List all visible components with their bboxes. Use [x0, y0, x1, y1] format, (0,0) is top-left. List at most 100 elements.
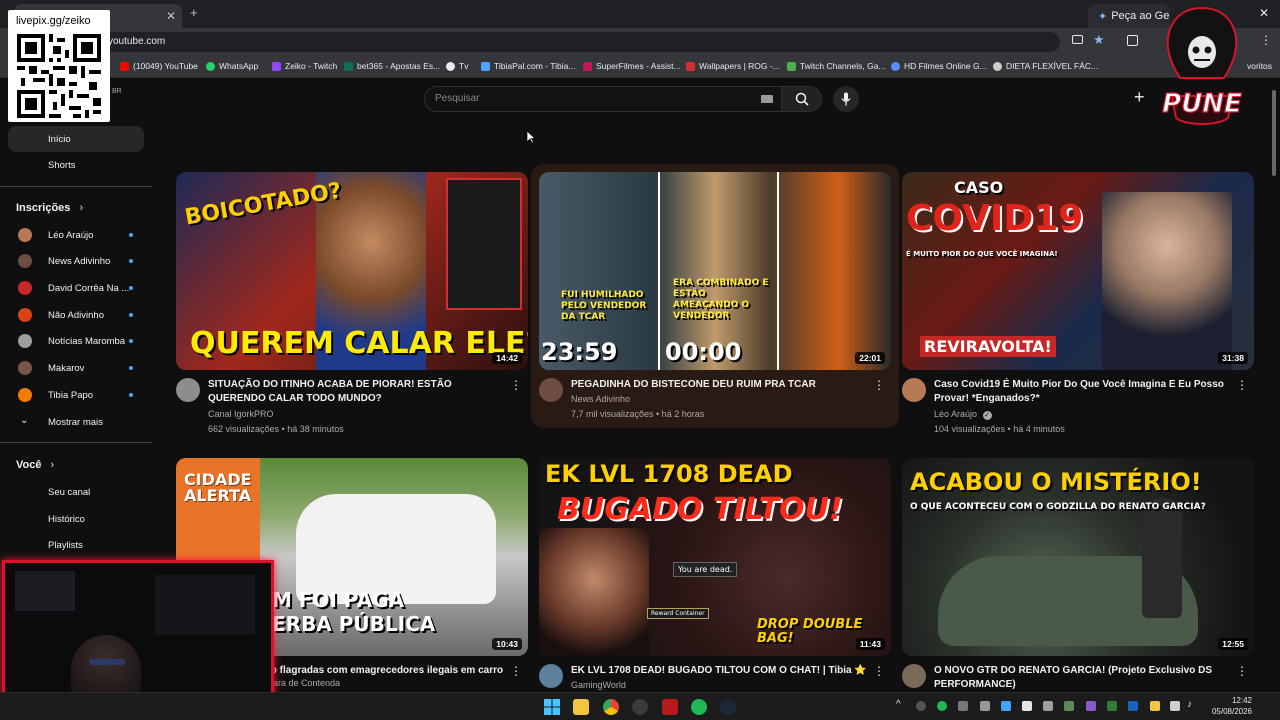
chevron-up-icon[interactable]: ^: [896, 699, 901, 710]
hd-filmes-icon: [891, 61, 900, 71]
video-thumbnail[interactable]: BOICOTADO? QUEREM CALAR ELE? 14:42: [176, 172, 528, 370]
sidebar-item-label: Início: [48, 133, 71, 145]
windows-start-icon[interactable]: [544, 699, 560, 715]
tray-icon[interactable]: [1150, 701, 1160, 711]
tray-icon[interactable]: [1043, 701, 1053, 711]
obs-icon[interactable]: [632, 699, 648, 715]
more-options-icon[interactable]: ⋮: [510, 664, 522, 678]
video-stats: 662 visualizações • há 38 minutos: [208, 424, 344, 434]
tv-icon: [446, 61, 455, 71]
bookmark-superfilmes[interactable]: SuperFilmes - Assist...: [583, 61, 681, 71]
sidebar-item-shorts[interactable]: Shorts: [8, 152, 144, 178]
video-thumbnail[interactable]: FUI HUMILHADO PELO VENDEDOR DA TCAR ERA …: [539, 172, 891, 370]
video-title[interactable]: Caso Covid19 É Muito Pior Do Que Você Im…: [934, 378, 1234, 406]
spotify-tray-icon[interactable]: [937, 701, 947, 711]
subscription-item[interactable]: News Adivinho: [8, 250, 144, 272]
channel-avatar[interactable]: [176, 378, 200, 402]
channel-avatar[interactable]: [902, 664, 926, 688]
bookmark-tibiapal[interactable]: TibiaPal.com - Tibia...: [481, 61, 575, 71]
subscriptions-heading[interactable]: Inscrições ›: [16, 202, 83, 214]
bookmark-youtube[interactable]: (10049) YouTube: [120, 61, 198, 71]
search-input[interactable]: Pesquisar: [424, 86, 782, 112]
thumbnail-text: 23:59: [541, 338, 618, 366]
video-duration: 31:38: [1218, 352, 1248, 364]
bookmark-hd-filmes[interactable]: HD Filmes Online G...: [891, 61, 987, 71]
video-meta: PEGADINHA DO BISTECONE DEU RUIM PRA TCAR…: [539, 378, 891, 438]
bookmark-wallpapers[interactable]: Wallpapers | ROG -...: [686, 61, 780, 71]
bookmark-dieta[interactable]: DIETA FLEXÍVEL FÁC...: [993, 61, 1098, 71]
subscription-item[interactable]: Léo Araújo: [8, 224, 144, 246]
search-button[interactable]: [782, 86, 822, 112]
tray-icon[interactable]: [1128, 701, 1138, 711]
subscription-item[interactable]: Não Adivinho: [8, 304, 144, 326]
channel-name[interactable]: Léo Araújo ✓: [934, 409, 992, 420]
screen: ✕ + ✦ Peça ao Gemini ✕ youtube.com ★ ⋮ (…: [0, 0, 1280, 720]
scrollbar-thumb[interactable]: [1272, 90, 1276, 176]
youtube-icon: [120, 61, 129, 71]
tray-icon[interactable]: [1086, 701, 1096, 711]
video-title[interactable]: io flagradas com emagrecedores ilegais e…: [268, 664, 518, 678]
address-bar[interactable]: youtube.com: [100, 32, 1060, 52]
file-explorer-icon[interactable]: [573, 699, 589, 715]
video-thumbnail[interactable]: EK LVL 1708 DEAD BUGADO TILTOU! You are …: [539, 458, 891, 656]
channel-name[interactable]: News Adivinho: [571, 394, 630, 404]
subscription-item[interactable]: David Corrêa Na ...: [8, 277, 144, 299]
bookmark-whatsapp[interactable]: WhatsApp: [206, 61, 258, 71]
keyboard-icon[interactable]: [761, 95, 773, 103]
video-title[interactable]: PEGADINHA DO BISTECONE DEU RUIM PRA TCAR: [571, 378, 871, 392]
voice-search-button[interactable]: [833, 86, 859, 112]
install-app-icon[interactable]: [1072, 35, 1083, 44]
bookmark-bet365[interactable]: bet365 - Apostas Es...: [344, 61, 440, 71]
video-title[interactable]: SITUAÇÃO DO ITINHO ACABA DE PIORAR! ESTÃ…: [208, 378, 508, 406]
subscription-item[interactable]: Tibia Papo: [8, 384, 144, 406]
app-icon[interactable]: [662, 699, 678, 715]
tray-icon[interactable]: [980, 701, 990, 711]
channel-avatar[interactable]: [539, 664, 563, 688]
more-options-icon[interactable]: ⋮: [873, 664, 885, 678]
steam-icon[interactable]: [720, 699, 736, 715]
volume-icon[interactable]: ♪: [1187, 699, 1192, 710]
more-options-icon[interactable]: ⋮: [1236, 378, 1248, 392]
sidebar-item-home[interactable]: Início: [8, 126, 144, 152]
channel-name[interactable]: Canal IgorkPRO: [208, 409, 274, 419]
tray-icon[interactable]: [958, 701, 968, 711]
more-options-icon[interactable]: ⋮: [873, 378, 885, 392]
bookmark-twitch-channels[interactable]: Twitch Channels, Ga...: [787, 61, 886, 71]
video-title[interactable]: EK LVL 1708 DEAD! BUGADO TILTOU COM O CH…: [571, 664, 871, 678]
bookmark-star-icon[interactable]: ★: [1093, 32, 1105, 48]
network-icon[interactable]: [1170, 701, 1180, 711]
video-duration: 10:43: [492, 638, 522, 650]
show-more-button[interactable]: ⌄ Mostrar mais: [8, 411, 144, 433]
channel-name[interactable]: GamingWorld: [571, 680, 626, 690]
chevron-right-icon: ›: [79, 202, 84, 214]
tray-icon[interactable]: [1107, 701, 1117, 711]
browser-toolbar: youtube.com ★ ⋮: [0, 28, 1280, 56]
system-clock[interactable]: 12:42 05/08/2026: [1204, 695, 1252, 717]
more-options-icon[interactable]: ⋮: [1236, 664, 1248, 678]
you-heading[interactable]: Você ›: [16, 459, 54, 471]
gemini-icon: ✦: [1098, 10, 1108, 23]
sidebar-item-your-channel[interactable]: Seu canal: [8, 481, 144, 503]
tray-icon[interactable]: [1022, 701, 1032, 711]
new-tab-button[interactable]: +: [190, 5, 198, 20]
subscription-item[interactable]: Makarov: [8, 357, 144, 379]
tray-icon[interactable]: [1064, 701, 1074, 711]
video-title[interactable]: O NOVO GTR DO RENATO GARCIA! (Projeto Ex…: [934, 664, 1234, 692]
thumbnail-text: ACABOU O MISTÉRIO!: [910, 468, 1202, 496]
chrome-icon[interactable]: [603, 699, 619, 715]
video-thumbnail[interactable]: CASO COVID19 É MUITO PIOR DO QUE VOCÊ IM…: [902, 172, 1254, 370]
sidebar-item-history[interactable]: Histórico: [8, 508, 144, 530]
bookmark-tv[interactable]: Tv: [446, 61, 468, 71]
spotify-icon[interactable]: [691, 699, 707, 715]
bookmark-twitch[interactable]: Zeiko - Twitch: [272, 61, 337, 71]
close-icon[interactable]: ✕: [166, 9, 176, 23]
tray-icon[interactable]: [1001, 701, 1011, 711]
channel-avatar[interactable]: [539, 378, 563, 402]
channel-name[interactable]: nara de Contenda: [268, 678, 340, 688]
sidebar-item-playlists[interactable]: Playlists: [8, 534, 144, 556]
subscription-item[interactable]: Notícias Maromba: [8, 330, 144, 352]
more-options-icon[interactable]: ⋮: [510, 378, 522, 392]
tray-icon[interactable]: [916, 701, 926, 711]
video-thumbnail[interactable]: ACABOU O MISTÉRIO! O QUE ACONTECEU COM O…: [902, 458, 1254, 656]
channel-avatar[interactable]: [902, 378, 926, 402]
